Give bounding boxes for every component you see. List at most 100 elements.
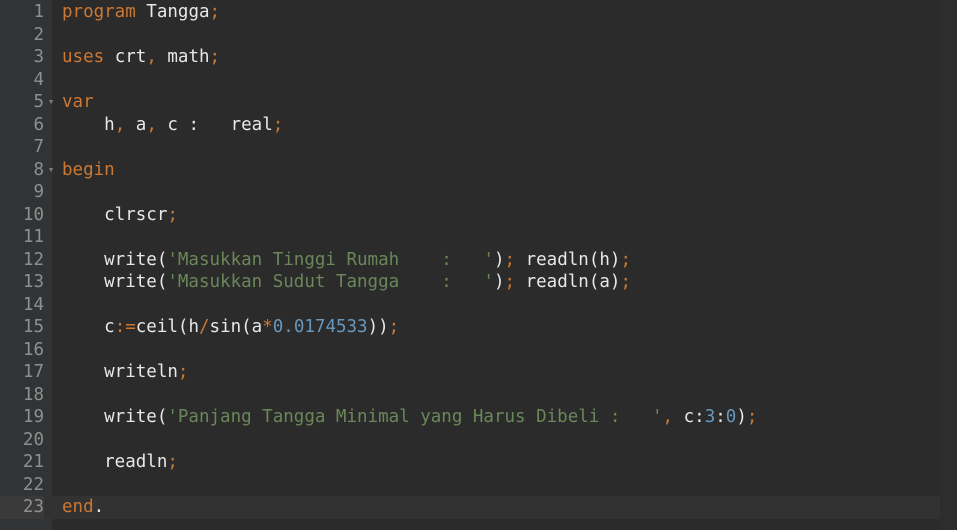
code-token: ;	[388, 317, 400, 337]
code-token: ,	[146, 47, 157, 67]
code-token: write(	[62, 272, 168, 292]
code-token: ;	[620, 272, 631, 292]
code-line[interactable]: 18	[0, 384, 940, 407]
line-number: 22	[22, 474, 44, 495]
code-token: ;	[504, 249, 516, 270]
line-number: 6	[33, 114, 44, 135]
code-line[interactable]: 4	[0, 69, 940, 92]
code-token: begin	[62, 159, 115, 180]
code-token: 0.0174533	[272, 317, 368, 337]
code-token: ))	[367, 317, 389, 337]
code-token: 'Masukkan Tinggi Rumah : '	[167, 249, 494, 270]
code-line[interactable]: 19 write('Panjang Tangga Minimal yang Ha…	[0, 406, 940, 429]
code-line[interactable]: 10 clrscr;	[0, 204, 940, 227]
line-number: 9	[33, 182, 44, 202]
line-number: 8	[33, 159, 44, 180]
code-line[interactable]: 12 write('Masukkan Tinggi Rumah : '); re…	[0, 249, 940, 272]
code-text[interactable]: write('Panjang Tangga Minimal yang Harus…	[62, 406, 757, 429]
code-token: end	[62, 497, 94, 517]
code-token: )	[493, 249, 505, 270]
code-token: a	[125, 114, 147, 135]
fold-toggle-icon[interactable]: ▾	[44, 159, 58, 182]
line-number: 1	[33, 2, 44, 22]
code-line[interactable]: 11	[0, 226, 940, 249]
code-token: 0	[725, 407, 737, 427]
code-token: ;	[209, 2, 221, 22]
code-line[interactable]: 20	[0, 429, 940, 452]
line-number: 19	[22, 407, 44, 427]
code-token: writeln	[62, 362, 178, 382]
code-token: 3	[704, 407, 716, 427]
code-token: write(	[62, 249, 168, 270]
code-token: readln(h)	[515, 249, 621, 270]
code-text[interactable]: var	[62, 91, 94, 114]
code-token: .	[93, 497, 105, 517]
code-text[interactable]: h, a, c : real;	[62, 114, 283, 137]
code-token: Tangga	[135, 2, 210, 22]
code-token: ,	[114, 114, 126, 135]
code-line[interactable]: 16	[0, 339, 940, 362]
line-number: 7	[33, 137, 44, 157]
code-text[interactable]: c:=ceil(h/sin(a*0.0174533));	[62, 316, 399, 339]
code-token: ;	[272, 114, 284, 135]
code-token: :=	[114, 317, 136, 337]
code-line[interactable]: 9	[0, 181, 940, 204]
fold-toggle-icon[interactable]: ▾	[44, 91, 58, 114]
code-text[interactable]: begin	[62, 159, 115, 182]
code-token: ;	[504, 272, 516, 292]
line-number: 4	[33, 69, 44, 90]
code-token: h	[62, 114, 115, 135]
code-token: readln(a)	[515, 272, 621, 292]
code-text[interactable]: writeln;	[62, 361, 188, 384]
line-number: 13	[22, 272, 44, 292]
code-token: crt	[104, 47, 147, 67]
code-token: c	[62, 317, 115, 337]
line-number: 14	[22, 294, 44, 315]
code-text[interactable]: end.	[62, 496, 104, 519]
code-token: c:	[673, 407, 705, 427]
code-line[interactable]: 13 write('Masukkan Sudut Tangga : '); re…	[0, 271, 940, 294]
code-text[interactable]: clrscr;	[62, 204, 178, 227]
code-token: ;	[209, 47, 221, 67]
line-number: 10	[22, 204, 44, 225]
code-line[interactable]: 15 c:=ceil(h/sin(a*0.0174533));	[0, 316, 940, 339]
line-number: 21	[22, 452, 44, 472]
code-line[interactable]: 17 writeln;	[0, 361, 940, 384]
code-line[interactable]: 7	[0, 136, 940, 159]
line-number: 20	[22, 429, 44, 450]
code-line[interactable]: 6 h, a, c : real;	[0, 114, 940, 137]
code-token: readln	[62, 452, 168, 472]
code-text[interactable]: program Tangga;	[62, 1, 220, 24]
line-number: 17	[22, 362, 44, 382]
code-token: ;	[167, 204, 178, 225]
code-token: uses	[62, 47, 105, 67]
code-text[interactable]: write('Masukkan Tinggi Rumah : '); readl…	[62, 249, 631, 272]
code-token: sin(a	[209, 317, 263, 337]
code-line[interactable]: 21 readln;	[0, 451, 940, 474]
code-line[interactable]: 1 program Tangga;	[0, 1, 940, 24]
line-number: 5	[33, 92, 44, 112]
code-token: ;	[620, 249, 631, 270]
code-text[interactable]: readln;	[62, 451, 178, 474]
code-line[interactable]: 5 ▾ var	[0, 91, 940, 114]
code-line[interactable]: 14	[0, 294, 940, 317]
code-token: ;	[177, 362, 189, 382]
code-line[interactable]: 3 uses crt, math;	[0, 46, 940, 69]
code-line[interactable]: 8 ▾ begin	[0, 159, 940, 182]
code-text[interactable]: uses crt, math;	[62, 46, 220, 69]
code-line[interactable]: 2	[0, 24, 940, 47]
code-token: :	[715, 407, 726, 427]
line-number: 18	[22, 384, 44, 405]
code-token: program	[62, 2, 136, 22]
code-token: ceil(h	[135, 317, 199, 337]
line-number: 16	[22, 339, 44, 360]
code-editor[interactable]: 1 program Tangga; 2 3 uses crt, math; 4 5 ▾ var 6…	[0, 0, 957, 530]
line-number: 15	[22, 317, 44, 337]
code-token: write(	[62, 407, 168, 427]
code-token: )	[493, 272, 505, 292]
code-token: *	[262, 317, 273, 337]
code-line[interactable]: 23 end.	[0, 496, 940, 519]
code-line[interactable]: 22	[0, 474, 940, 497]
line-number: 2	[33, 24, 44, 45]
code-text[interactable]: write('Masukkan Sudut Tangga : '); readl…	[62, 271, 631, 294]
